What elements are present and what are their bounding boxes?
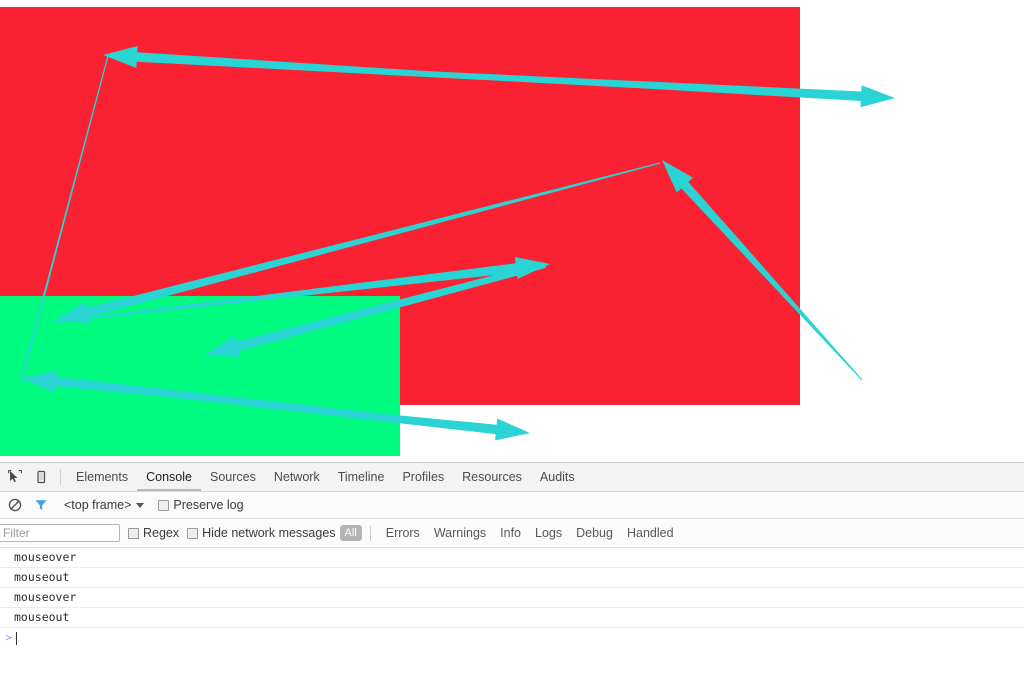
preserve-log-toggle[interactable]: Preserve log — [158, 498, 244, 512]
level-filter-warnings[interactable]: Warnings — [429, 525, 491, 541]
clear-console-icon[interactable] — [2, 492, 28, 518]
device-toggle-icon[interactable] — [28, 464, 54, 490]
console-message-list: mouseover mouseout mouseover mouseout > — [0, 548, 1024, 648]
browser-page-viewport — [0, 0, 1024, 462]
console-message[interactable]: mouseover — [0, 588, 1024, 608]
frame-selector[interactable]: <top frame> — [64, 498, 145, 512]
level-filter-all[interactable]: All — [339, 525, 362, 541]
filter-input[interactable] — [0, 524, 120, 542]
chevron-down-icon — [136, 502, 145, 508]
hide-network-messages-label: Hide network messages — [202, 526, 336, 540]
tab-network[interactable]: Network — [265, 464, 329, 491]
level-divider — [369, 525, 371, 541]
devtools-tabbar: Elements Console Sources Network Timelin… — [0, 463, 1024, 492]
console-message[interactable]: mouseover — [0, 548, 1024, 568]
level-filter-errors[interactable]: Errors — [381, 525, 425, 541]
prompt-caret-icon: > — [5, 631, 12, 644]
console-filter-bar: Regex Hide network messages All Errors W… — [0, 519, 1024, 548]
green-box[interactable] — [0, 296, 400, 456]
level-filter-logs[interactable]: Logs — [530, 525, 567, 541]
tab-console[interactable]: Console — [137, 464, 201, 491]
preserve-log-label: Preserve log — [173, 498, 244, 512]
tab-profiles[interactable]: Profiles — [393, 464, 453, 491]
toolbar-divider — [60, 469, 61, 485]
frame-selector-value: <top frame> — [64, 498, 132, 512]
tab-timeline[interactable]: Timeline — [329, 464, 394, 491]
level-filter-handled[interactable]: Handled — [622, 525, 679, 541]
hide-network-messages-checkbox[interactable] — [187, 527, 199, 539]
text-cursor — [16, 631, 17, 645]
console-prompt[interactable]: > — [0, 628, 1024, 648]
level-filter-info[interactable]: Info — [495, 525, 526, 541]
tab-audits[interactable]: Audits — [531, 464, 584, 491]
level-filter-debug[interactable]: Debug — [571, 525, 618, 541]
console-message[interactable]: mouseout — [0, 568, 1024, 588]
devtools-panel: Elements Console Sources Network Timelin… — [0, 462, 1024, 694]
preserve-log-checkbox[interactable] — [158, 499, 170, 511]
tab-sources[interactable]: Sources — [201, 464, 265, 491]
console-context-bar: <top frame> Preserve log — [0, 492, 1024, 519]
hide-network-messages-toggle[interactable]: Hide network messages — [187, 526, 336, 540]
tab-resources[interactable]: Resources — [453, 464, 531, 491]
console-message[interactable]: mouseout — [0, 608, 1024, 628]
tab-elements[interactable]: Elements — [67, 464, 137, 491]
regex-checkbox[interactable] — [128, 527, 139, 539]
regex-toggle[interactable]: Regex — [128, 526, 179, 540]
inspect-cursor-icon[interactable] — [2, 464, 28, 490]
funnel-filter-icon[interactable] — [28, 492, 54, 518]
regex-label: Regex — [143, 526, 180, 540]
